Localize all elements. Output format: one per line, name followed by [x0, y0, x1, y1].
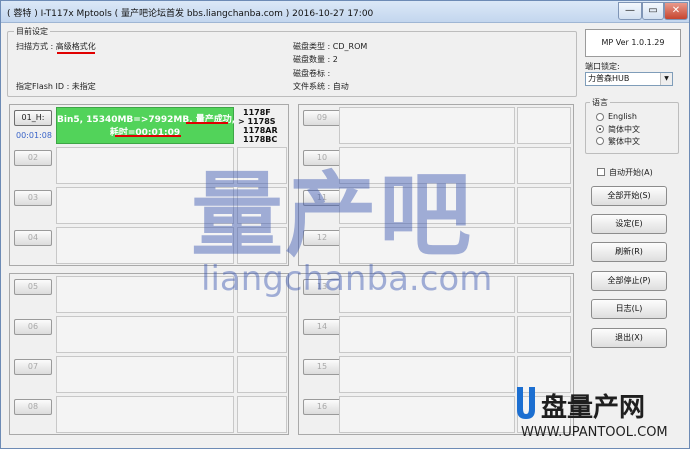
- port-04-progress: [56, 227, 234, 264]
- log-button[interactable]: 日志(L): [591, 299, 667, 319]
- app-window: ( 蓉特 ) I-T117x Mptools ( 量产吧论坛首发 bbs.lia…: [0, 0, 690, 449]
- port-10-button[interactable]: 10: [303, 150, 341, 166]
- port-05-button[interactable]: 05: [14, 279, 52, 295]
- port-02-button[interactable]: 02: [14, 150, 52, 166]
- port-panel-b: 09 10 11 12: [298, 104, 574, 266]
- port-08-progress: [56, 396, 234, 433]
- brand-logo-url: WWW.UPANTOOL.COM: [521, 425, 668, 440]
- port-01-button[interactable]: 01_H:: [14, 110, 52, 126]
- settings-group: 目前设定 扫描方式 : 高级格式化 指定Flash ID : 未指定 磁盘类型 …: [7, 26, 577, 97]
- filesystem-label: 文件系统 : 自动: [293, 82, 349, 91]
- radio-english[interactable]: [596, 113, 604, 121]
- radio-traditional-chinese[interactable]: [596, 137, 604, 145]
- language-group: 语言 English 简体中文 繁体中文: [585, 97, 679, 154]
- port-01-code-2: > 1178S: [238, 117, 276, 126]
- stop-all-button[interactable]: 全部停止(P): [591, 271, 667, 291]
- result-underline-2: [115, 135, 181, 137]
- radio-simplified-chinese[interactable]: [596, 125, 604, 133]
- version-box: MP Ver 1.0.1.29: [585, 29, 681, 57]
- port-06-progress: [56, 316, 234, 353]
- scan-mode-underline: [57, 52, 95, 54]
- port-05-progress: [56, 276, 234, 313]
- port-12-side: [517, 227, 571, 264]
- port-lock-label: 端口锁定:: [585, 62, 620, 71]
- port-11-side: [517, 187, 571, 224]
- port-07-progress: [56, 356, 234, 393]
- port-01-progress: Bin5, 15340MB=>7992MB, 量产成功, 耗时=00:01:09: [56, 107, 235, 144]
- port-01-timer: 00:01:08: [16, 131, 52, 140]
- port-06-button[interactable]: 06: [14, 319, 52, 335]
- brand-u-icon: [517, 387, 535, 419]
- autostart-label: 自动开始(A): [609, 168, 653, 177]
- port-13-progress: [339, 276, 515, 313]
- port-10-side: [517, 147, 571, 184]
- port-03-side: [237, 187, 287, 224]
- maximize-button[interactable]: ▭: [642, 2, 664, 20]
- port-01-code-4: 1178BC: [243, 135, 278, 144]
- port-14-progress: [339, 316, 515, 353]
- disk-type-label: 磁盘类型 : CD_ROM: [293, 42, 368, 51]
- radio-english-label: English: [608, 112, 637, 121]
- result-underline-1: [186, 122, 228, 124]
- port-02-side: [237, 147, 287, 184]
- settings-button[interactable]: 设定(E): [591, 214, 667, 234]
- language-legend: 语言: [590, 97, 610, 108]
- port-06-side: [237, 316, 287, 353]
- autostart-checkbox[interactable]: [597, 168, 605, 176]
- exit-button[interactable]: 退出(X): [591, 328, 667, 348]
- port-12-progress: [339, 227, 515, 264]
- port-03-button[interactable]: 03: [14, 190, 52, 206]
- port-01-code-1: 1178F: [243, 108, 271, 117]
- port-02-progress: [56, 147, 234, 184]
- port-panel-a: 01_H: 00:01:08 Bin5, 15340MB=>7992MB, 量产…: [9, 104, 289, 266]
- disk-label-label: 磁盘卷标 :: [293, 69, 331, 78]
- port-11-button[interactable]: 11: [303, 190, 341, 206]
- window-title: ( 蓉特 ) I-T117x Mptools ( 量产吧论坛首发 bbs.lia…: [7, 9, 374, 19]
- refresh-button[interactable]: 刷新(R): [591, 242, 667, 262]
- port-lock-select[interactable]: 力普森HUB ▼: [585, 72, 673, 86]
- flash-id-label: 指定Flash ID : 未指定: [16, 82, 96, 91]
- port-09-button[interactable]: 09: [303, 110, 341, 126]
- port-16-progress: [339, 396, 515, 433]
- port-12-button[interactable]: 12: [303, 230, 341, 246]
- port-15-progress: [339, 356, 515, 393]
- radio-traditional-chinese-label: 繁体中文: [608, 137, 640, 146]
- port-01-side: 1178F > 1178S 1178AR 1178BC: [237, 107, 287, 144]
- port-07-side: [237, 356, 287, 393]
- port-14-side: [517, 316, 571, 353]
- chevron-down-icon[interactable]: ▼: [660, 73, 672, 85]
- port-04-button[interactable]: 04: [14, 230, 52, 246]
- title-bar[interactable]: ( 蓉特 ) I-T117x Mptools ( 量产吧论坛首发 bbs.lia…: [1, 1, 689, 23]
- port-panel-c: 05 06 07 08: [9, 273, 289, 435]
- port-07-button[interactable]: 07: [14, 359, 52, 375]
- port-03-progress: [56, 187, 234, 224]
- port-14-button[interactable]: 14: [303, 319, 341, 335]
- port-13-button[interactable]: 13: [303, 279, 341, 295]
- brand-logo-text: 盘量产网: [541, 393, 646, 423]
- port-04-side: [237, 227, 287, 264]
- port-11-progress: [339, 187, 515, 224]
- port-09-side: [517, 107, 571, 144]
- port-01-code-3: 1178AR: [243, 126, 278, 135]
- port-15-button[interactable]: 15: [303, 359, 341, 375]
- scan-mode-label: 扫描方式 : 高级格式化: [16, 42, 96, 51]
- port-08-side: [237, 396, 287, 433]
- port-13-side: [517, 276, 571, 313]
- settings-legend: 目前设定: [14, 26, 50, 37]
- start-all-button[interactable]: 全部开始(S): [591, 186, 667, 206]
- minimize-button[interactable]: —: [618, 2, 642, 20]
- port-05-side: [237, 276, 287, 313]
- radio-simplified-chinese-label: 简体中文: [608, 125, 640, 134]
- port-10-progress: [339, 147, 515, 184]
- close-button[interactable]: ✕: [664, 2, 688, 20]
- port-16-button[interactable]: 16: [303, 399, 341, 415]
- port-09-progress: [339, 107, 515, 144]
- port-08-button[interactable]: 08: [14, 399, 52, 415]
- disk-count-label: 磁盘数量 : 2: [293, 55, 338, 64]
- port-lock-value: 力普森HUB: [588, 74, 630, 83]
